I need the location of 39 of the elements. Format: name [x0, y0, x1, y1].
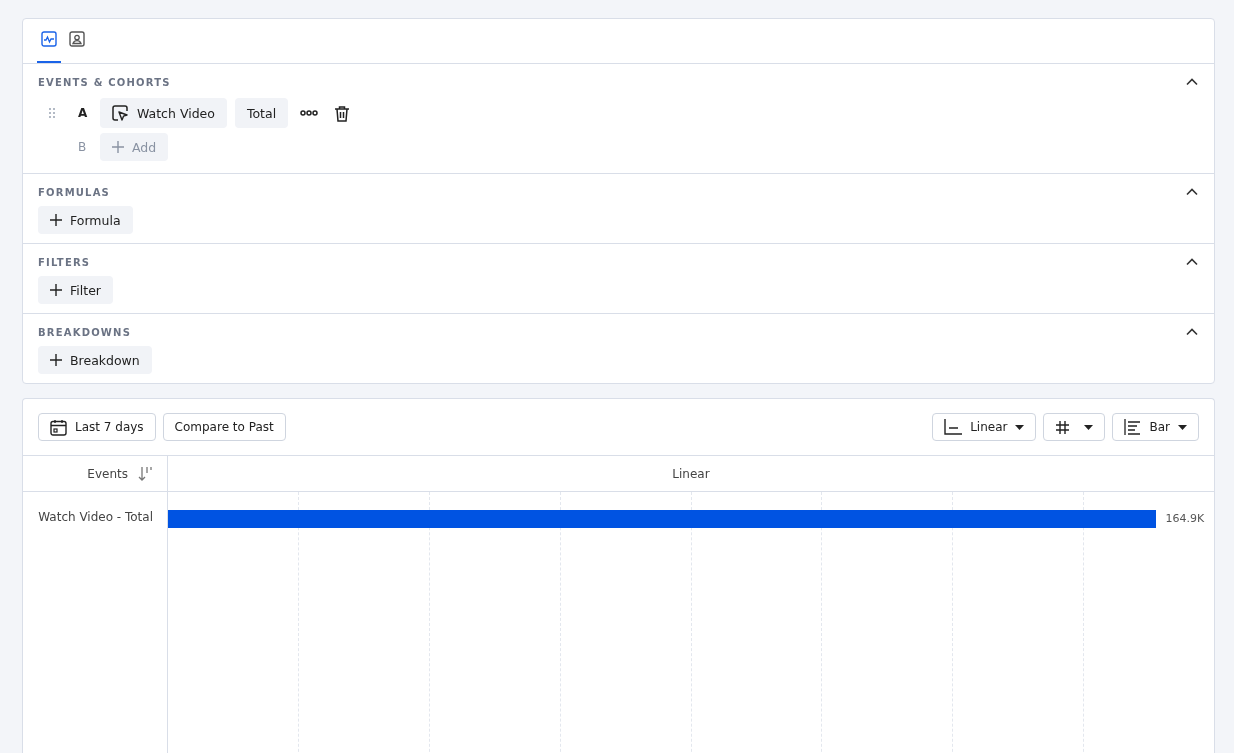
measure-selector[interactable]: Total: [234, 98, 289, 128]
person-icon: [69, 31, 85, 47]
caret-icon: [1015, 424, 1025, 430]
axis-icon: [944, 419, 963, 435]
drag-handle-icon[interactable]: [48, 107, 56, 119]
section-title: FILTERS: [38, 256, 91, 268]
number-format-dropdown[interactable]: [1043, 413, 1106, 441]
add-breakdown-button[interactable]: Breakdown: [38, 346, 152, 374]
section-title: EVENTS & COHORTS: [38, 76, 171, 88]
column-header: Events: [87, 466, 128, 481]
caret-icon: [1084, 424, 1094, 430]
plus-icon: [50, 214, 62, 226]
plus-icon: [50, 284, 62, 296]
trash-icon[interactable]: [334, 104, 351, 122]
row-letter: B: [78, 140, 88, 154]
scale-dropdown[interactable]: Linear: [932, 413, 1037, 441]
section-title: FORMULAS: [38, 186, 111, 198]
caret-icon: [1178, 424, 1187, 430]
hash-icon: [1055, 419, 1071, 435]
column-header: Linear: [672, 466, 710, 481]
value-label: 164.9K: [1165, 512, 1205, 525]
chart-tab[interactable]: [37, 31, 61, 63]
bar-chart-icon: [1124, 419, 1142, 435]
add-filter-button[interactable]: Filter: [38, 276, 113, 304]
plus-icon: [50, 354, 62, 366]
row-letter: A: [78, 106, 89, 120]
line-chart-icon: [41, 31, 57, 47]
event-selector[interactable]: Watch Video: [100, 98, 227, 128]
row-label: Watch Video - Total: [37, 510, 153, 526]
date-range-button[interactable]: Last 7 days: [38, 413, 156, 441]
sort-icon[interactable]: [138, 466, 153, 481]
chart-type-dropdown[interactable]: Bar: [1112, 413, 1199, 441]
more-options-icon[interactable]: [300, 109, 319, 117]
calendar-icon: [50, 418, 67, 436]
plus-icon: [112, 141, 124, 153]
section-title: BREAKDOWNS: [38, 326, 132, 338]
compare-button[interactable]: Compare to Past: [162, 413, 286, 441]
add-formula-button[interactable]: Formula: [38, 206, 133, 234]
cursor-click-icon: [112, 104, 129, 122]
